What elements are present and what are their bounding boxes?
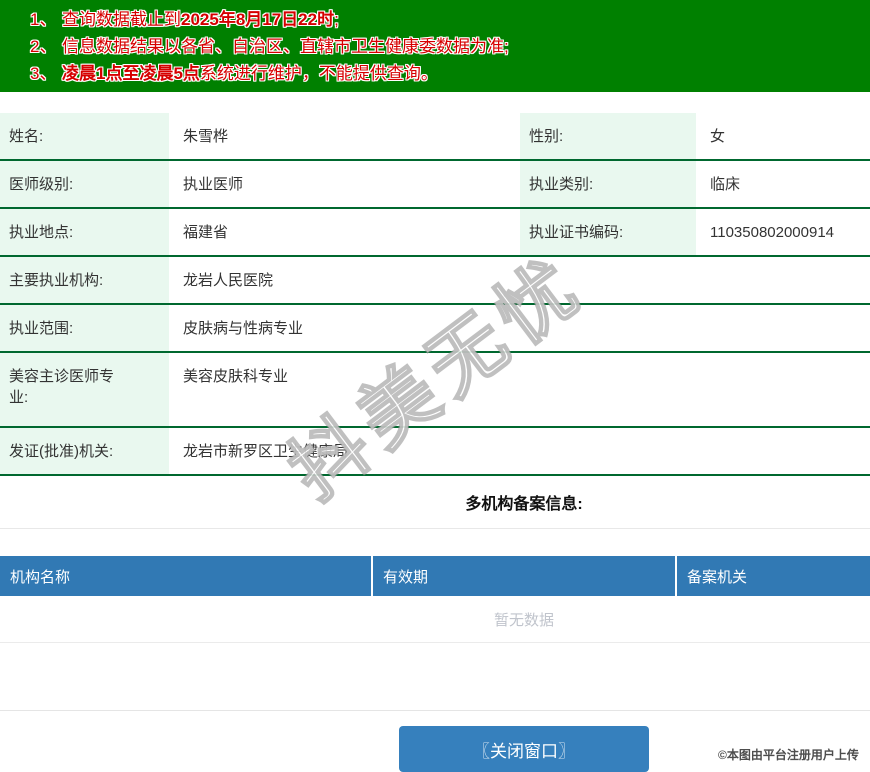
row-label-name: 姓名: — [0, 113, 169, 159]
row-value-doctor-level: 执业医师 — [183, 176, 244, 193]
row-label-practice-scope: 执业范围: — [0, 305, 169, 351]
row-value-issuing-authority: 龙岩市新罗区卫生健康局 — [183, 443, 349, 460]
table-row: 主要执业机构: 龙岩人民医院 — [0, 257, 870, 305]
notice-text: 系统进行维护，不能提供查询。 — [199, 64, 438, 83]
row-value-gender: 女 — [710, 128, 726, 145]
doctor-profile-table: 姓名: 朱雪桦 性别: 女 医师级别: 执业医师 执业类别: 临床 执业地点: … — [0, 113, 870, 476]
multi-org-heading: 多机构备案信息: — [0, 476, 870, 529]
table-row: 美容主诊医师专 业: 美容皮肤科专业 — [0, 353, 870, 428]
notice-number: 3、 — [30, 64, 57, 83]
row-value-practice-category: 临床 — [710, 176, 741, 193]
org-table-header: 机构名称 有效期 备案机关 — [0, 556, 870, 596]
row-label-main-institution: 主要执业机构: — [0, 257, 169, 303]
row-value-practice-location: 福建省 — [183, 224, 229, 241]
row-label-certificate-code: 执业证书编码: — [520, 209, 696, 255]
notice-line-1: 1、 查询数据截止到2025年8月17日22时; — [30, 6, 870, 33]
empty-state-text: 暂无数据 — [0, 596, 870, 643]
row-label-practice-location: 执业地点: — [0, 209, 169, 255]
table-row: 医师级别: 执业医师 执业类别: 临床 — [0, 161, 870, 209]
notice-line-2: 2、 信息数据结果以各省、自治区、直辖市卫生健康委数据为准; — [30, 33, 870, 60]
row-label-issuing-authority: 发证(批准)机关: — [0, 428, 169, 474]
notice-text: 信息数据结果以各省、自治区、直辖市卫生健康委数据为准; — [62, 37, 509, 56]
upload-copyright-watermark: ©本图由平台注册用户上传 — [718, 748, 859, 762]
table-row: 姓名: 朱雪桦 性别: 女 — [0, 113, 870, 161]
org-table-header-record-authority: 备案机关 — [675, 556, 870, 596]
row-value-certificate-code: 110350802000914 — [710, 224, 835, 241]
row-value-main-institution: 龙岩人民医院 — [183, 272, 274, 289]
notice-banner: 1、 查询数据截止到2025年8月17日22时; 2、 信息数据结果以各省、自治区、… — [0, 0, 870, 92]
notice-text: 查询数据截止到 — [62, 10, 181, 29]
org-table-header-validity-period: 有效期 — [371, 556, 675, 596]
row-label-practice-category: 执业类别: — [520, 161, 696, 207]
row-value-name: 朱雪桦 — [183, 128, 229, 145]
row-value-practice-scope: 皮肤病与性病专业 — [183, 320, 304, 337]
row-label-doctor-level: 医师级别: — [0, 161, 169, 207]
notice-text: ; — [334, 10, 339, 29]
table-row: 执业范围: 皮肤病与性病专业 — [0, 305, 870, 353]
table-row: 发证(批准)机关: 龙岩市新罗区卫生健康局 — [0, 428, 870, 476]
notice-text-bold: 2025年8月17日22时 — [181, 10, 335, 29]
close-window-button[interactable]: 〖关闭窗口〗 — [399, 726, 649, 772]
row-value-cosmetic-specialty: 美容皮肤科专业 — [183, 368, 289, 385]
notice-number: 2、 — [30, 37, 57, 56]
org-table-header-institution-name: 机构名称 — [10, 568, 71, 586]
notice-text-bold: 凌晨1点至凌晨5点 — [62, 64, 200, 83]
table-row: 执业地点: 福建省 执业证书编码: 110350802000914 — [0, 209, 870, 257]
row-label-cosmetic-specialty: 美容主诊医师专 业: — [0, 353, 169, 426]
notice-number: 1、 — [30, 10, 57, 29]
notice-line-3: 3、 凌晨1点至凌晨5点系统进行维护，不能提供查询。 — [30, 60, 870, 87]
query-result-page: 1、 查询数据截止到2025年8月17日22时; 2、 信息数据结果以各省、自治区、… — [0, 0, 870, 772]
row-label-gender: 性别: — [520, 113, 696, 159]
